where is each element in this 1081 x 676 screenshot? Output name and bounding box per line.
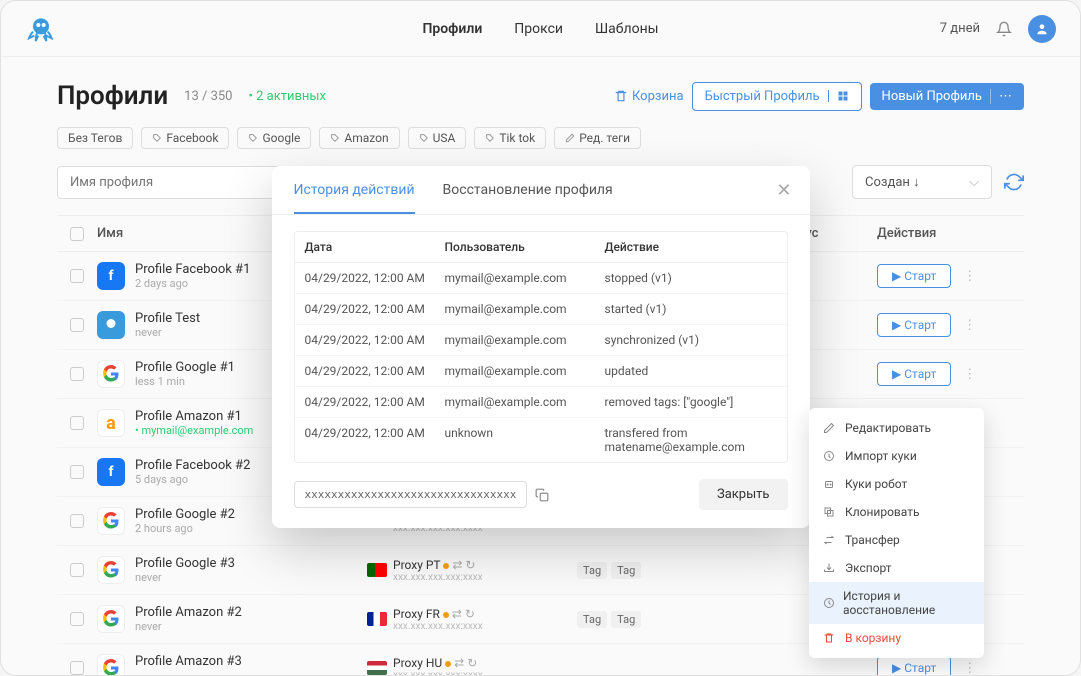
import-icon xyxy=(823,450,837,462)
ctx-clone[interactable]: Клонировать xyxy=(809,498,984,526)
tab-restore[interactable]: Восстановление профиля xyxy=(443,182,613,214)
ctx-transfer[interactable]: Трансфер xyxy=(809,526,984,554)
history-row: 04/29/2022, 12:00 AMunknowntransfered fr… xyxy=(295,418,787,462)
uuid-display: xxxxxxxxxxxxxxxxxxxxxxxxxxxxxxxx xyxy=(294,481,528,508)
trash-icon xyxy=(823,632,837,644)
history-col-action: Действие xyxy=(605,240,777,254)
ctx-export[interactable]: Экспорт xyxy=(809,554,984,582)
history-row: 04/29/2022, 12:00 AMmymail@example.comup… xyxy=(295,356,787,387)
history-row: 04/29/2022, 12:00 AMmymail@example.comst… xyxy=(295,294,787,325)
history-row: 04/29/2022, 12:00 AMmymail@example.comre… xyxy=(295,387,787,418)
history-row: 04/29/2022, 12:00 AMmymail@example.comsy… xyxy=(295,325,787,356)
copy-icon[interactable] xyxy=(535,488,549,502)
tab-history[interactable]: История действий xyxy=(294,182,415,214)
ctx-import[interactable]: Импорт куки xyxy=(809,442,984,470)
context-menu: РедактироватьИмпорт кукиКуки роботКлонир… xyxy=(809,408,984,658)
edit-icon xyxy=(823,422,837,434)
transfer-icon xyxy=(823,534,837,546)
robot-icon xyxy=(823,478,837,490)
history-col-date: Дата xyxy=(305,240,445,254)
clone-icon xyxy=(823,506,837,518)
history-row: 04/29/2022, 12:00 AMmymail@example.comst… xyxy=(295,263,787,294)
history-col-user: Пользователь xyxy=(445,240,605,254)
close-button[interactable]: Закрыть xyxy=(699,479,788,510)
ctx-robot[interactable]: Куки робот xyxy=(809,470,984,498)
close-icon[interactable]: ✕ xyxy=(776,180,791,201)
history-modal: История действий Восстановление профиля … xyxy=(272,166,810,528)
history-icon xyxy=(823,597,835,609)
ctx-history[interactable]: История и аосстановление xyxy=(809,582,984,624)
export-icon xyxy=(823,562,837,574)
ctx-trash[interactable]: В корзину xyxy=(809,624,984,652)
ctx-edit[interactable]: Редактировать xyxy=(809,414,984,442)
